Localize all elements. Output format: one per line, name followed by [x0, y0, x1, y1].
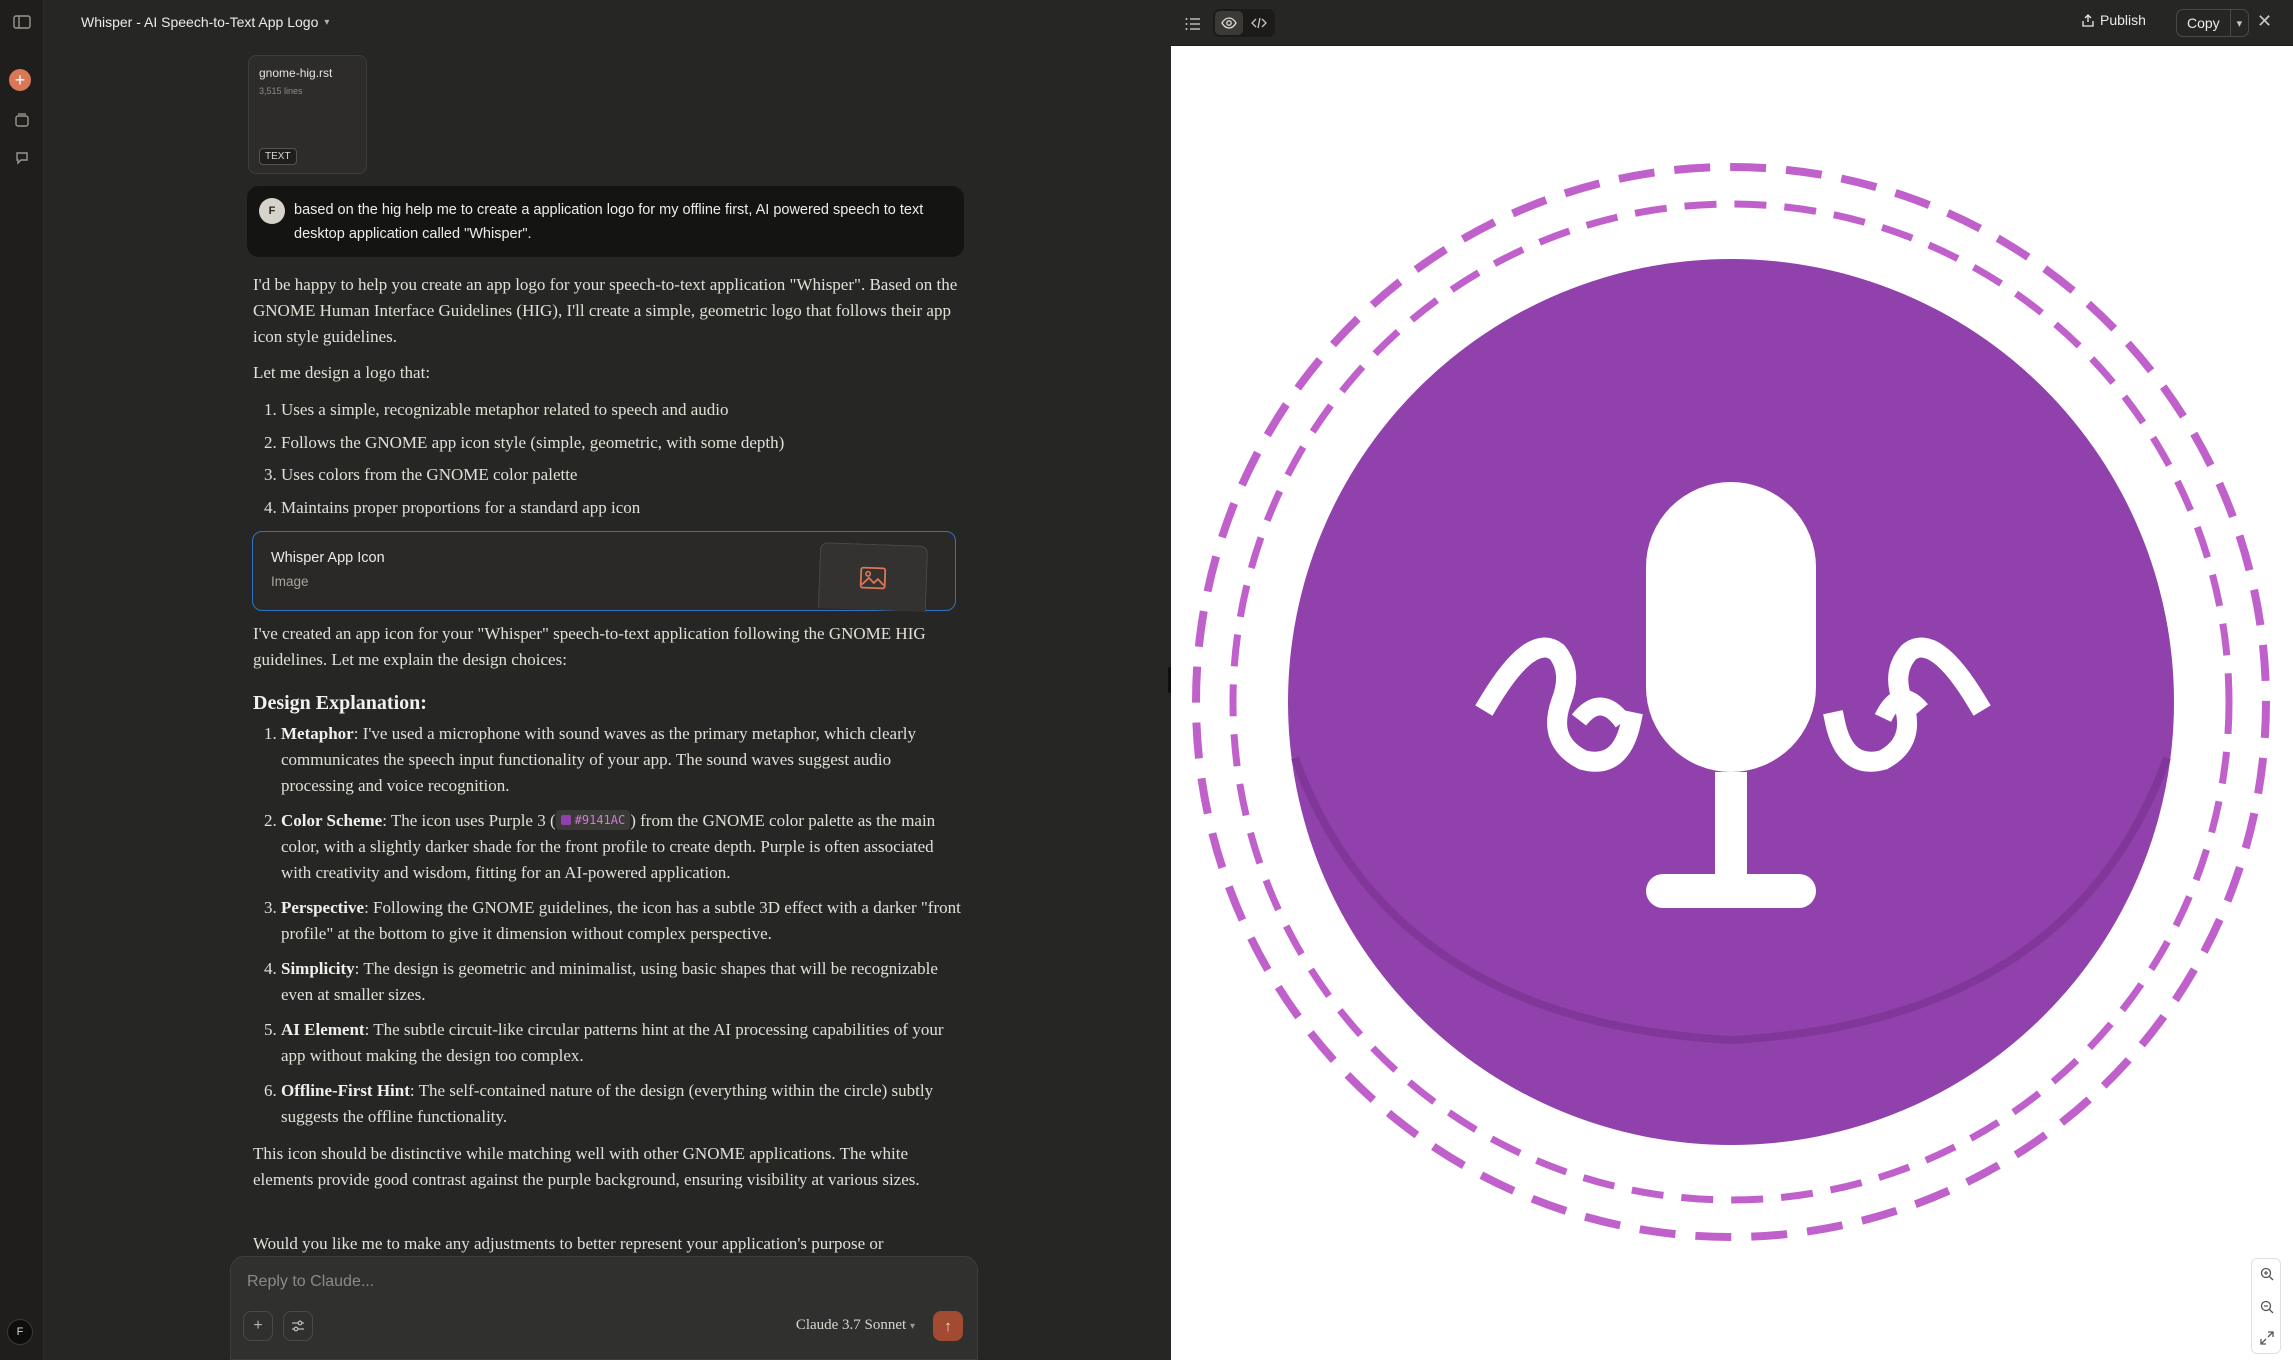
point-term: Perspective	[281, 898, 365, 917]
user-message: F based on the hig help me to create a a…	[247, 186, 964, 257]
copy-options-chevron-icon[interactable]: ▾	[2231, 10, 2248, 36]
list-item: Simplicity: The design is geometric and …	[281, 956, 965, 1008]
point-term: Metaphor	[281, 724, 354, 743]
send-button[interactable]: ↑	[933, 1311, 963, 1341]
artifact-card[interactable]: Whisper App Icon Image	[252, 531, 956, 612]
user-message-avatar: F	[259, 198, 285, 224]
list-item: Metaphor: I've used a microphone with so…	[281, 721, 965, 799]
add-attachment-button[interactable]: +	[243, 1311, 273, 1341]
zoom-controls	[2251, 1258, 2281, 1354]
code-icon[interactable]	[1245, 11, 1273, 35]
list-item: Offline-First Hint: The self-contained n…	[281, 1078, 965, 1130]
whisper-app-icon-preview	[1192, 163, 2270, 1241]
preview-eye-icon[interactable]	[1215, 11, 1243, 35]
response-lead: Let me design a logo that:	[253, 363, 431, 382]
design-points-list: Metaphor: I've used a microphone with so…	[253, 721, 965, 1136]
list-item: Follows the GNOME app icon style (simple…	[281, 430, 965, 456]
response-after-artifact: I've created an app icon for your "Whisp…	[253, 624, 926, 669]
attachment-type-badge: TEXT	[259, 148, 297, 165]
point-text: : Following the GNOME guidelines, the ic…	[281, 898, 961, 943]
list-icon[interactable]	[1181, 12, 1205, 36]
point-term: Simplicity	[281, 959, 355, 978]
list-item: Maintains proper proportions for a stand…	[281, 495, 965, 521]
chat-title-dropdown[interactable]: Whisper - AI Speech-to-Text App Logo ▾	[81, 14, 329, 30]
zoom-in-icon[interactable]	[2252, 1259, 2282, 1289]
image-thumbnail-icon	[817, 542, 929, 612]
point-term: AI Element	[281, 1020, 365, 1039]
share-icon	[2082, 13, 2094, 27]
left-rail: + F	[0, 0, 44, 1360]
point-term: Offline-First Hint	[281, 1081, 410, 1100]
arrow-up-icon: ↑	[944, 1317, 952, 1335]
point-text: : The icon uses Purple 3 (	[382, 811, 556, 830]
point-text: : I've used a microphone with sound wave…	[281, 724, 916, 795]
chat-column: Whisper - AI Speech-to-Text App Logo ▾ g…	[45, 0, 1213, 1360]
artifact-panel-header: Publish Copy ▾ ✕	[1171, 0, 2293, 46]
projects-icon[interactable]	[10, 108, 34, 132]
list-item: AI Element: The subtle circuit-like circ…	[281, 1017, 965, 1069]
user-avatar[interactable]: F	[7, 1319, 33, 1345]
attachment-card[interactable]: gnome-hig.rst 3,515 lines TEXT	[248, 55, 367, 174]
attachment-lines: 3,515 lines	[259, 86, 303, 96]
chevron-down-icon: ▾	[324, 16, 330, 28]
copy-button-group: Copy ▾	[2176, 9, 2249, 37]
response-plan-list: Uses a simple, recognizable metaphor rel…	[253, 397, 965, 527]
sidebar-toggle-icon[interactable]	[10, 10, 34, 34]
response-intro: I'd be happy to help you create an app l…	[253, 275, 958, 346]
microphone-base	[1646, 874, 1816, 908]
point-text: : The subtle circuit-like circular patte…	[281, 1020, 944, 1065]
fit-expand-icon[interactable]	[2252, 1323, 2282, 1353]
point-term: Color Scheme	[281, 811, 383, 830]
chevron-down-icon: ▾	[909, 1321, 915, 1332]
settings-sliders-button[interactable]	[283, 1311, 313, 1341]
chats-icon[interactable]	[10, 146, 34, 170]
reply-composer: Reply to Claude... + Claude 3.7 Sonnet ▾…	[230, 1256, 978, 1360]
publish-button[interactable]: Publish	[2082, 12, 2146, 28]
copy-button[interactable]: Copy	[2177, 10, 2231, 36]
publish-label: Publish	[2100, 12, 2146, 28]
color-code: #9141AC	[574, 813, 626, 827]
model-selector[interactable]: Claude 3.7 Sonnet ▾	[796, 1317, 915, 1334]
attachment-name: gnome-hig.rst	[259, 66, 333, 80]
design-heading: Design Explanation:	[253, 692, 427, 714]
list-item: Uses colors from the GNOME color palette	[281, 462, 965, 488]
model-name: Claude 3.7 Sonnet	[795, 1317, 907, 1333]
response-followup: Would you like me to make any adjustment…	[253, 1234, 884, 1253]
list-item: Perspective: Following the GNOME guideli…	[281, 895, 965, 947]
new-chat-button[interactable]: +	[9, 69, 31, 91]
zoom-out-icon[interactable]	[2252, 1292, 2282, 1322]
list-item: Color Scheme: The icon uses Purple 3 ( #9…	[281, 808, 965, 886]
point-text: : The design is geometric and minimalist…	[281, 959, 938, 1004]
sliders-icon	[292, 1320, 304, 1332]
color-code-chip: #9141AC	[555, 810, 631, 830]
close-icon[interactable]: ✕	[2257, 11, 2272, 32]
microphone-capsule	[1646, 482, 1816, 772]
list-item: Uses a simple, recognizable metaphor rel…	[281, 397, 965, 423]
color-swatch	[560, 815, 571, 825]
reply-input[interactable]: Reply to Claude...	[247, 1273, 374, 1291]
microphone-stand	[1715, 772, 1747, 882]
chat-title: Whisper - AI Speech-to-Text App Logo	[81, 14, 319, 30]
user-message-text: based on the hig help me to create a app…	[294, 202, 924, 242]
view-mode-toggle	[1213, 9, 1275, 37]
response-closing: This icon should be distinctive while ma…	[253, 1144, 920, 1189]
artifact-panel: Publish Copy ▾ ✕	[1171, 0, 2293, 1360]
